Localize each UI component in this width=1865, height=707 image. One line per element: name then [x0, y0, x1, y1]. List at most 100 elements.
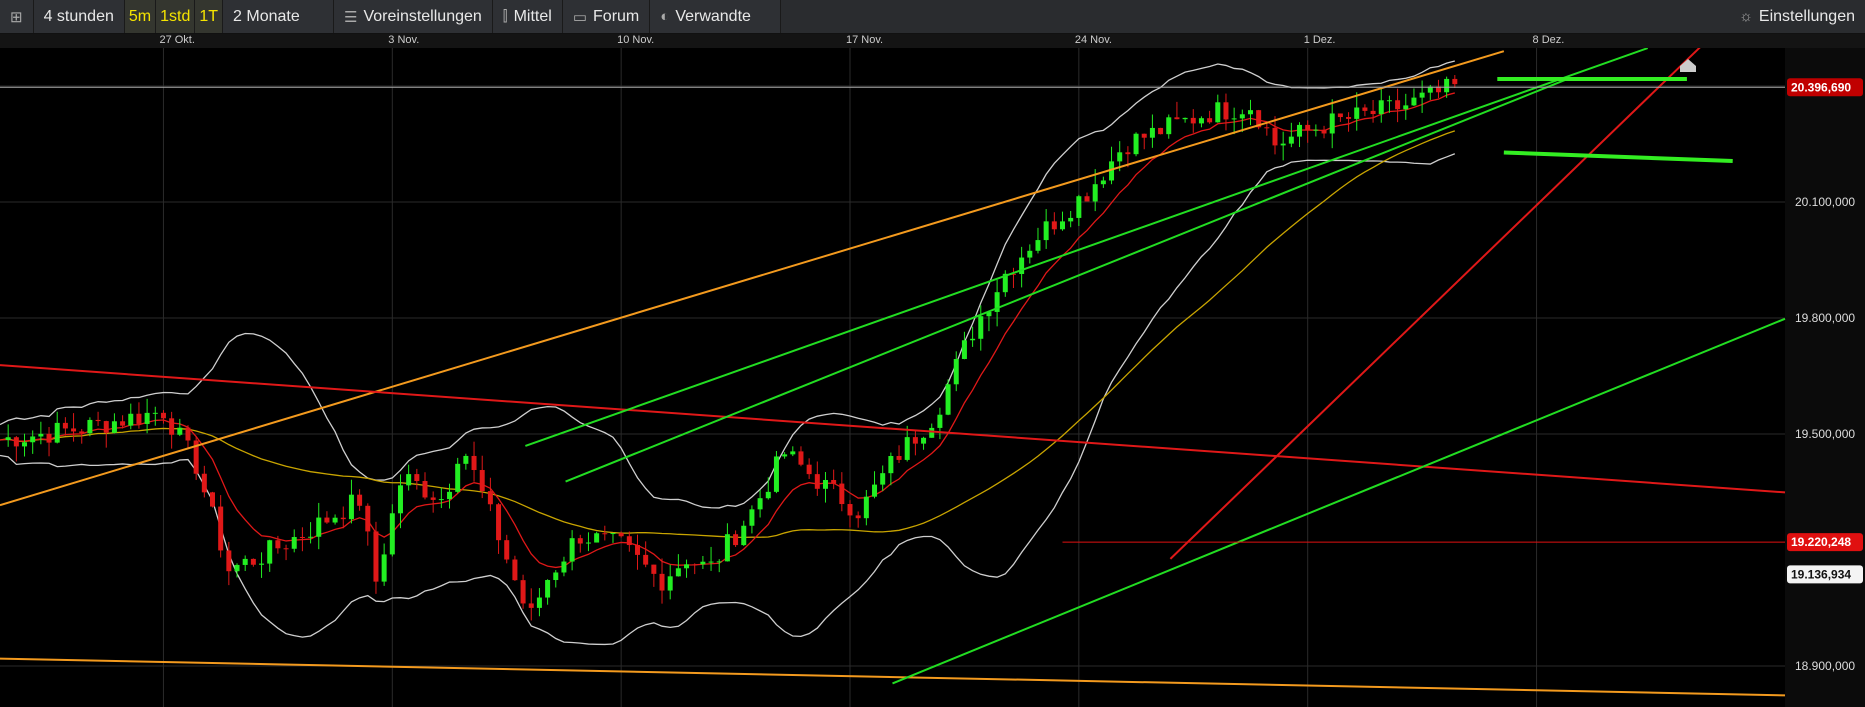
date-axis: 27 Okt. 3 Nov. 10 Nov. 17 Nov. 24 Nov. 1 Dez.…	[0, 34, 1865, 48]
candle-body	[1305, 124, 1311, 131]
candle-body	[1174, 117, 1180, 120]
candle-body	[1354, 107, 1360, 119]
candle-body	[773, 456, 779, 492]
trendline	[1503, 150, 1733, 164]
candle-body	[291, 537, 297, 549]
candle-body	[1288, 136, 1294, 144]
sma-50-line	[0, 130, 1456, 539]
candle-body	[806, 464, 812, 475]
candle-body	[831, 479, 837, 484]
candle-body	[716, 561, 722, 563]
candle-body	[340, 517, 346, 520]
candle-body	[872, 484, 878, 497]
range-select[interactable]: 2 Monate	[223, 0, 335, 33]
candle-body	[1158, 127, 1164, 135]
candle-body	[267, 540, 273, 564]
candle-body	[332, 517, 338, 523]
candle-body	[585, 542, 591, 544]
candle-body	[308, 536, 314, 538]
candle-body	[250, 558, 256, 565]
price-chart[interactable]: 20.400,00020.100,00019.800,00019.500,000…	[0, 48, 1865, 707]
candle-body	[863, 496, 869, 519]
settings-button[interactable]: ☼ Einstellungen	[1729, 0, 1865, 33]
related-button[interactable]: ◐ Verwandte	[650, 0, 782, 33]
trendline	[525, 48, 1649, 447]
candle-body	[733, 534, 739, 546]
candle-body	[790, 451, 796, 455]
candle-body	[46, 433, 52, 443]
candle-body	[1117, 152, 1123, 162]
candle-body	[561, 561, 567, 573]
candle-body	[536, 597, 542, 608]
candle-body	[602, 533, 608, 535]
interval-1std-button[interactable]: 1std	[156, 0, 196, 33]
candle-body	[1166, 117, 1172, 135]
candle-body	[22, 442, 28, 447]
candle-body	[692, 564, 698, 566]
candle-body	[1215, 102, 1221, 123]
candle-body	[1060, 221, 1065, 230]
candle-body	[259, 563, 265, 565]
candle-body	[1239, 114, 1245, 119]
candle-body	[1395, 100, 1401, 110]
candle-body	[54, 422, 60, 443]
candle-body	[496, 504, 502, 541]
candle-body	[1198, 118, 1204, 124]
candle-body	[62, 422, 68, 429]
candle-body	[724, 534, 730, 562]
candle-body	[136, 413, 142, 424]
candle-body	[13, 437, 19, 447]
candle-body	[1027, 250, 1033, 258]
interval-5m-button[interactable]: 5m	[124, 0, 157, 33]
candle-body	[545, 580, 551, 598]
candle-body	[1035, 240, 1041, 251]
candle-body	[95, 419, 101, 422]
trendline	[1169, 48, 1701, 560]
candles-icon: ⫿	[502, 8, 508, 25]
candle-body	[1100, 180, 1106, 185]
candle-body	[978, 316, 984, 339]
candle-body	[463, 455, 469, 464]
candle-body	[177, 427, 183, 435]
date-tick-label: 1 Dez.	[1303, 34, 1336, 46]
related-icon: ◐	[660, 8, 670, 25]
candle-body	[144, 412, 150, 424]
candle-body	[635, 545, 640, 555]
date-tick-label: 10 Nov.	[617, 34, 655, 46]
candle-body	[822, 479, 828, 489]
candle-body	[406, 474, 412, 486]
candle-body	[1247, 110, 1253, 115]
forum-button[interactable]: ▭ Forum	[562, 0, 651, 33]
presets-button[interactable]: ☰ Voreinstellungen	[334, 0, 493, 33]
candle-body	[1346, 117, 1352, 119]
candle-body	[855, 515, 861, 519]
candle-body	[912, 437, 918, 444]
price-tick-label: 18.900,000	[1795, 659, 1855, 673]
candle-body	[1403, 105, 1409, 110]
candle-body	[128, 413, 134, 426]
layout-grid-button[interactable]: ⊞	[0, 0, 34, 33]
candle-body	[218, 506, 224, 551]
candle-body	[1337, 113, 1343, 118]
candle-body	[226, 550, 232, 572]
candle-body	[937, 414, 943, 428]
candle-body	[71, 428, 77, 432]
candle-body	[782, 454, 788, 457]
interval-select[interactable]: 4 stunden	[33, 0, 125, 33]
candle-body	[169, 418, 175, 435]
candle-body	[201, 473, 207, 493]
candle-body	[904, 437, 910, 460]
candle-body	[765, 491, 771, 499]
candle-body	[185, 427, 191, 441]
candle-body	[961, 340, 967, 360]
candle-body	[283, 548, 289, 550]
candle-body	[675, 568, 681, 577]
candle-body	[365, 505, 371, 532]
candle-body	[888, 456, 894, 474]
indicators-button[interactable]: ⫿ Mittel	[492, 0, 563, 33]
candle-body	[1141, 133, 1147, 138]
interval-1t-button[interactable]: 1T	[195, 0, 224, 33]
sliders-icon: ☰	[344, 8, 358, 26]
candle-body	[626, 536, 632, 546]
date-tick-label: 8 Dez.	[1532, 34, 1565, 46]
